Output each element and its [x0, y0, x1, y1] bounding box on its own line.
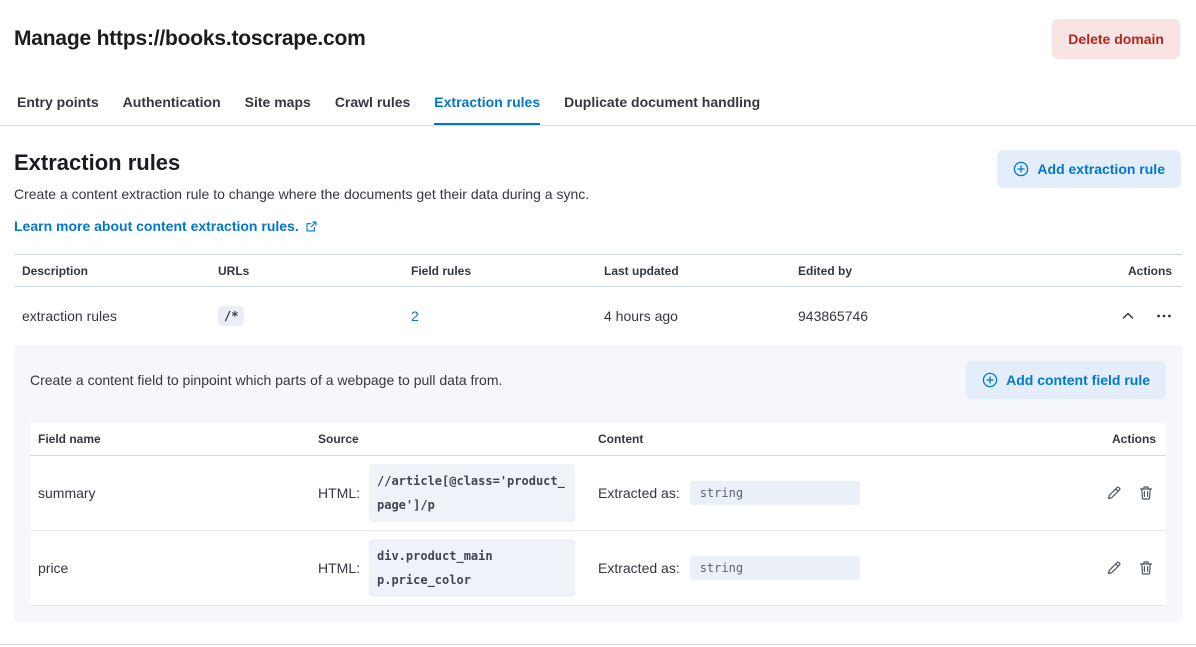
row-menu-button[interactable] — [1156, 308, 1172, 324]
field-source-cell: HTML: //article[@class='product_page']/p — [310, 464, 590, 522]
trash-icon — [1138, 560, 1154, 576]
chevron-up-icon — [1120, 308, 1136, 324]
field-source-cell: HTML: div.product_main p.price_color — [310, 539, 590, 597]
page-header: Manage https://books.toscrape.com Delete… — [0, 0, 1196, 78]
col-description: Description — [14, 264, 210, 278]
extraction-rules-table: Description URLs Field rules Last update… — [14, 254, 1182, 345]
bottom-divider — [0, 644, 1196, 645]
section-description: Create a content extraction rule to chan… — [14, 184, 589, 204]
field-rule-row: price HTML: div.product_main p.price_col… — [30, 531, 1166, 606]
col-urls: URLs — [210, 264, 403, 278]
edit-field-rule-button[interactable] — [1106, 560, 1122, 576]
panel-description: Create a content field to pinpoint which… — [30, 372, 502, 388]
ellipsis-icon — [1156, 308, 1172, 324]
source-selector-code: //article[@class='product_page']/p — [369, 464, 575, 522]
tab-site-maps[interactable]: Site maps — [245, 78, 311, 125]
field-name: price — [30, 560, 310, 576]
col-field-rules: Field rules — [403, 264, 596, 278]
add-content-field-rule-button[interactable]: Add content field rule — [966, 361, 1166, 399]
add-content-field-rule-label: Add content field rule — [1006, 372, 1150, 388]
extracted-as-label: Extracted as: — [598, 485, 680, 501]
add-extraction-rule-label: Add extraction rule — [1037, 161, 1165, 177]
rule-last-updated: 4 hours ago — [596, 308, 790, 324]
tab-authentication[interactable]: Authentication — [123, 78, 221, 125]
rule-description: extraction rules — [14, 308, 210, 324]
field-name: summary — [30, 485, 310, 501]
col-field-actions: Actions — [1074, 432, 1166, 446]
col-content: Content — [590, 432, 1074, 446]
learn-more-label: Learn more about content extraction rule… — [14, 218, 299, 234]
field-rule-row: summary HTML: //article[@class='product_… — [30, 456, 1166, 531]
col-edited-by: Edited by — [790, 264, 1082, 278]
pencil-icon — [1106, 560, 1122, 576]
delete-field-rule-button[interactable] — [1138, 485, 1154, 501]
col-actions: Actions — [1082, 264, 1182, 278]
source-type-label: HTML: — [318, 485, 360, 501]
tab-duplicate-document-handling[interactable]: Duplicate document handling — [564, 78, 760, 125]
delete-domain-button[interactable]: Delete domain — [1052, 19, 1180, 59]
content-type-badge: string — [690, 481, 860, 505]
page-title: Manage https://books.toscrape.com — [14, 27, 366, 51]
field-rules-panel-header: Create a content field to pinpoint which… — [30, 361, 1166, 399]
content-type-badge: string — [690, 556, 860, 580]
tab-entry-points[interactable]: Entry points — [17, 78, 99, 125]
content-fields-header-row: Field name Source Content Actions — [30, 423, 1166, 456]
delete-field-rule-button[interactable] — [1138, 560, 1154, 576]
plus-circle-icon — [1013, 161, 1029, 177]
pencil-icon — [1106, 485, 1122, 501]
tab-extraction-rules[interactable]: Extraction rules — [434, 78, 540, 125]
field-content-cell: Extracted as: string — [590, 556, 1074, 580]
col-source: Source — [310, 432, 590, 446]
field-rules-panel: Create a content field to pinpoint which… — [14, 345, 1182, 622]
rule-urls-cell: /* — [210, 306, 403, 326]
source-type-label: HTML: — [318, 560, 360, 576]
field-content-cell: Extracted as: string — [590, 481, 1074, 505]
col-field-name: Field name — [30, 432, 310, 446]
external-link-icon — [305, 220, 318, 233]
extracted-as-label: Extracted as: — [598, 560, 680, 576]
learn-more-link[interactable]: Learn more about content extraction rule… — [14, 218, 318, 234]
section-title: Extraction rules — [14, 150, 589, 176]
rule-actions-cell — [1082, 308, 1182, 324]
url-pattern-badge: /* — [218, 306, 244, 326]
table-header-row: Description URLs Field rules Last update… — [14, 254, 1182, 287]
extraction-rules-section-header: Extraction rules Create a content extrac… — [0, 126, 1196, 234]
source-selector-code: div.product_main p.price_color — [369, 539, 575, 597]
add-extraction-rule-button[interactable]: Add extraction rule — [997, 150, 1181, 188]
manage-domain-page: Manage https://books.toscrape.com Delete… — [0, 0, 1196, 645]
trash-icon — [1138, 485, 1154, 501]
col-last-updated: Last updated — [596, 264, 790, 278]
field-actions-cell — [1074, 560, 1166, 576]
section-text: Extraction rules Create a content extrac… — [14, 150, 589, 234]
rule-edited-by: 943865746 — [790, 308, 1082, 324]
content-fields-table: Field name Source Content Actions summar… — [30, 423, 1166, 606]
tab-bar: Entry points Authentication Site maps Cr… — [0, 78, 1196, 126]
rule-field-rules-cell: 2 — [403, 308, 596, 324]
field-actions-cell — [1074, 485, 1166, 501]
field-rules-count-link[interactable]: 2 — [411, 308, 419, 324]
table-row: extraction rules /* 2 4 hours ago 943865… — [14, 287, 1182, 345]
plus-circle-icon — [982, 372, 998, 388]
edit-field-rule-button[interactable] — [1106, 485, 1122, 501]
collapse-row-button[interactable] — [1120, 308, 1136, 324]
tab-crawl-rules[interactable]: Crawl rules — [335, 78, 410, 125]
